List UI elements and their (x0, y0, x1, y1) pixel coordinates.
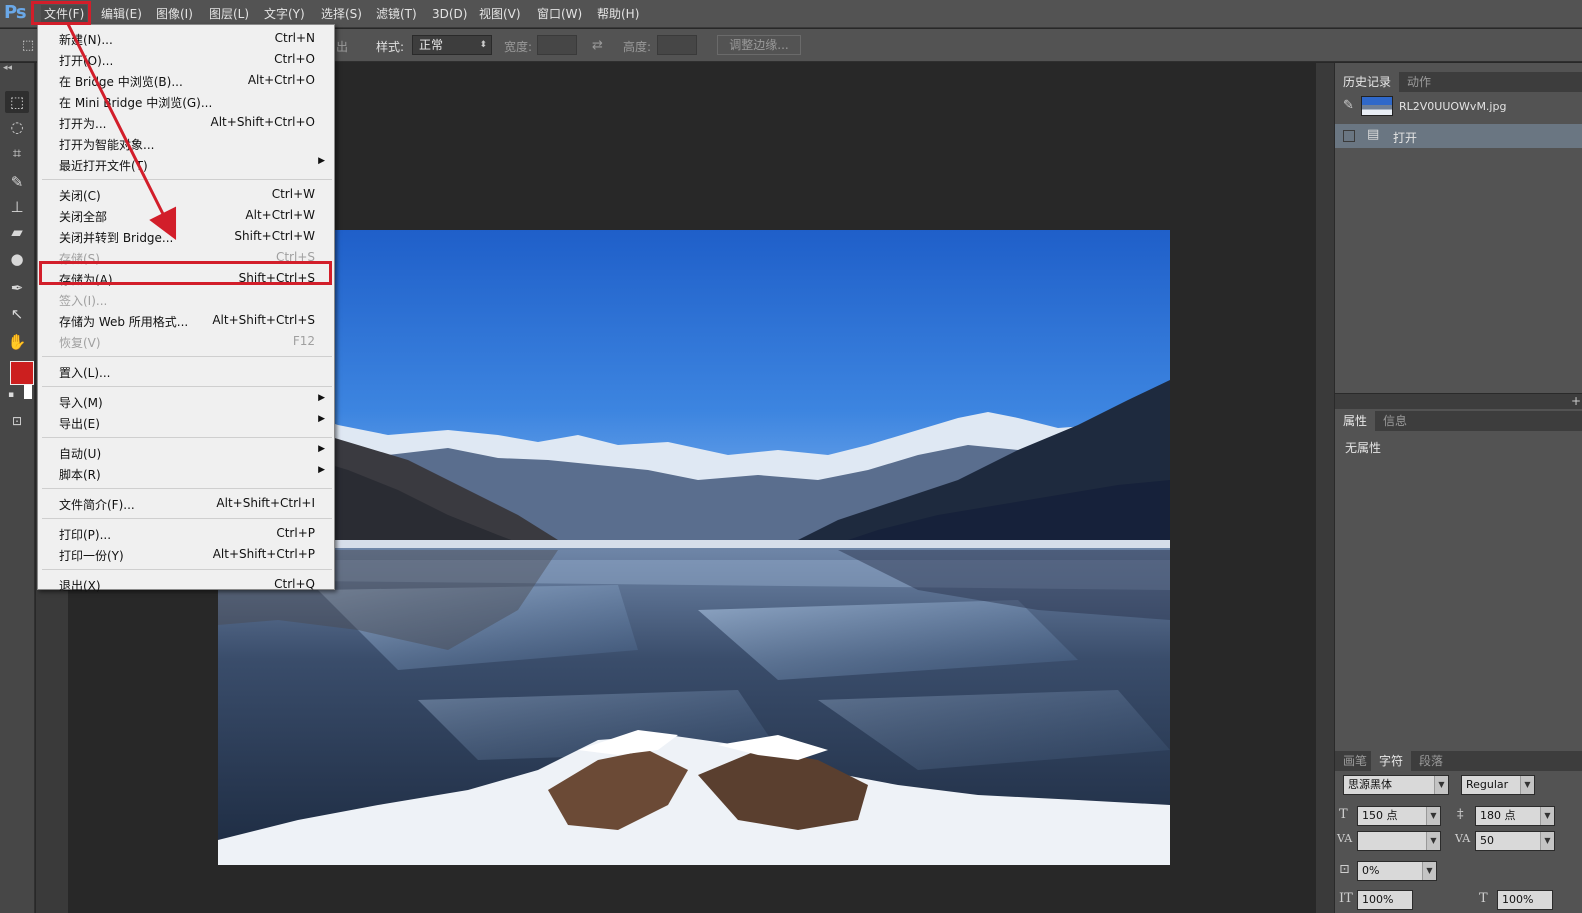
annotation-arrow (66, 23, 177, 241)
